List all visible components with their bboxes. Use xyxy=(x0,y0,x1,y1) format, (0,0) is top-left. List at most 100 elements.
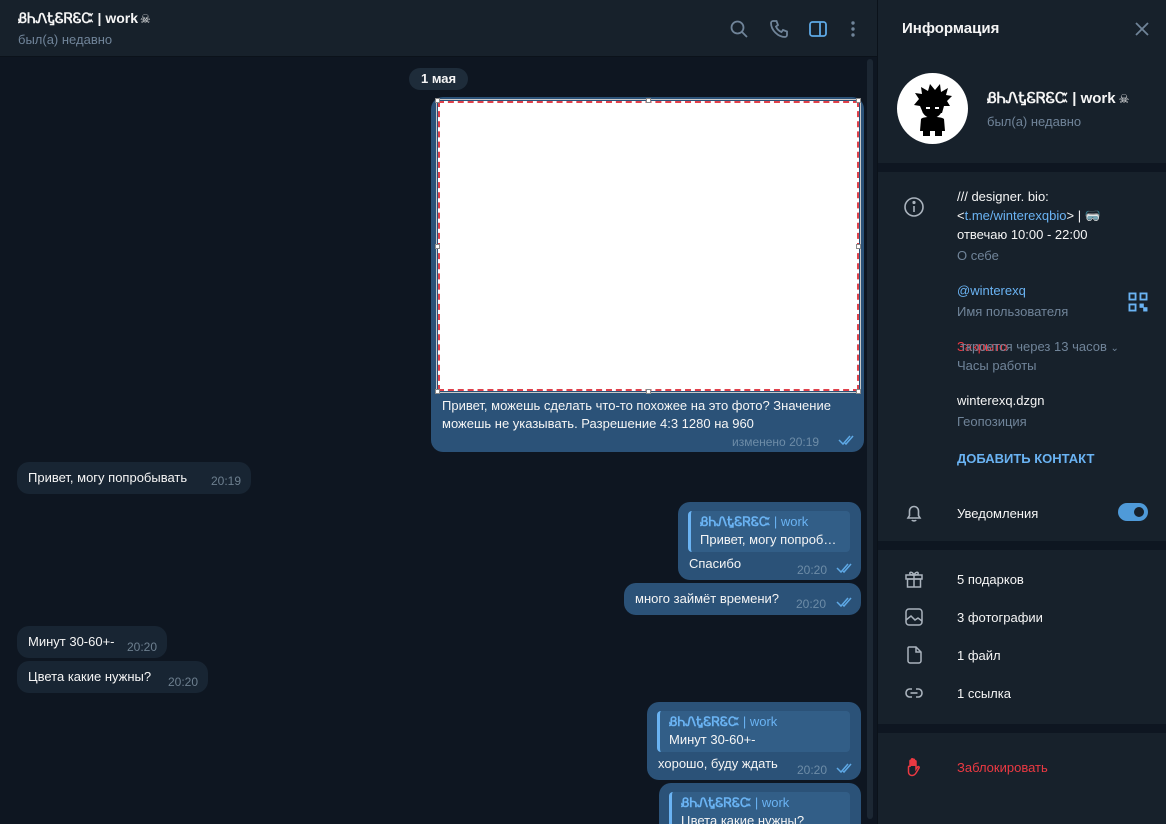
reply-preview[interactable]: ᏰᏂᏁᎿᏋᏒᏋᏨ | work Цвета какие нужны? xyxy=(669,792,850,824)
divider xyxy=(878,724,1166,733)
message-time: изменено 20:19 xyxy=(732,435,820,449)
resize-handle[interactable] xyxy=(435,98,440,103)
chat-header[interactable]: ᏰᏂᏁᎿᏋᏒᏋᏨ | work ☠ был(а) недавно xyxy=(0,0,877,57)
close-icon[interactable] xyxy=(1133,20,1151,38)
chat-title-text: ᏰᏂᏁᎿᏋᏒᏋᏨ | work xyxy=(18,10,139,26)
message-bubble-incoming[interactable]: Цвета какие нужны? 20:20 xyxy=(17,661,208,693)
date-separator: 1 мая xyxy=(409,68,469,90)
work-hours[interactable]: Закрытоткроется через 13 часов ⌄ xyxy=(957,337,1119,358)
location-label: Геопозиция xyxy=(957,414,1027,429)
reply-preview[interactable]: ᏰᏂᏁᎿᏋᏒᏋᏨ | work Привет, могу попроб… xyxy=(688,511,850,552)
resize-handle[interactable] xyxy=(646,98,651,103)
reply-text: Минут 30-60+- xyxy=(669,732,756,747)
message-text: Минут 30-60+- xyxy=(28,634,115,649)
emoji-status-icon: ☠ xyxy=(140,12,151,26)
add-contact-button[interactable]: ДОБАВИТЬ КОНТАКТ xyxy=(957,449,1094,468)
double-check-icon xyxy=(838,435,854,446)
username-label: Имя пользователя xyxy=(957,304,1069,319)
profile-status: был(а) недавно xyxy=(987,114,1082,129)
message-photo[interactable] xyxy=(438,101,859,391)
resize-handle[interactable] xyxy=(856,98,861,103)
file-icon xyxy=(903,644,925,666)
hours-label: Часы работы xyxy=(957,358,1037,373)
info-panel: Информация ᏰᏂᏁᎿᏋᏒᏋᏨ | work ☠ был(а) недав… xyxy=(877,0,1166,824)
message-time: 20:20 xyxy=(168,675,199,689)
resize-handle[interactable] xyxy=(435,389,440,394)
message-bubble-outgoing[interactable]: ᏰᏂᏁᎿᏋᏒᏋᏨ | work Цвета какие нужны? xyxy=(659,783,861,824)
bio-line: <t.me/winterexqbio> | 🥽 xyxy=(957,208,1101,223)
bio-link[interactable]: t.me/winterexqbio xyxy=(965,208,1067,223)
bell-icon xyxy=(903,502,925,524)
photos-label: 3 фотографии xyxy=(957,610,1043,625)
scrollbar-thumb[interactable] xyxy=(867,59,873,819)
resize-handle[interactable] xyxy=(646,389,651,394)
reply-author: ᏰᏂᏁᎿᏋᏒᏋᏨ | work xyxy=(700,514,809,529)
phone-icon[interactable] xyxy=(768,18,790,40)
message-time: 20:20 xyxy=(797,563,828,577)
double-check-icon xyxy=(836,763,852,774)
message-bubble-outgoing[interactable]: много займёт времени? 20:20 xyxy=(624,583,861,615)
message-text-line: Привет, можешь сделать что-то похожее на… xyxy=(442,398,831,413)
links-row[interactable]: 1 ссылка xyxy=(878,674,1166,712)
message-time: 20:20 xyxy=(127,640,158,654)
link-icon xyxy=(903,682,925,704)
hours-detail: ткроется через 13 часов xyxy=(960,339,1107,354)
message-time: 20:20 xyxy=(796,597,827,611)
username[interactable]: @winterexq xyxy=(957,281,1026,300)
message-bubble-outgoing[interactable]: ᏰᏂᏁᎿᏋᏒᏋᏨ | work Привет, могу попроб… Спа… xyxy=(678,502,861,580)
chevron-down-icon[interactable]: ⌄ xyxy=(1110,343,1118,354)
sidebar-toggle-icon[interactable] xyxy=(807,18,829,40)
avatar-drawing xyxy=(914,84,952,136)
telegram-app: ᏰᏂᏁᎿᏋᏒᏋᏨ | work ☠ был(а) недавно 1 мая Пр… xyxy=(0,0,1166,824)
message-bubble-outgoing[interactable]: ᏰᏂᏁᎿᏋᏒᏋᏨ | work Минут 30-60+- хорошо, бу… xyxy=(647,702,861,780)
message-time: 20:20 xyxy=(797,763,828,777)
bio-text[interactable]: /// designer. bio: <t.me/winterexqbio> |… xyxy=(957,187,1101,244)
message-text: хорошо, буду ждать xyxy=(658,756,778,771)
bio-line: /// designer. bio: xyxy=(957,189,1049,204)
emoji-status-icon: ☠ xyxy=(1118,92,1130,106)
chat-status: был(а) недавно xyxy=(18,32,113,47)
resize-handle[interactable] xyxy=(856,389,861,394)
message-text: много займёт времени? xyxy=(635,591,780,606)
resize-handle[interactable] xyxy=(435,244,440,249)
reply-author: ᏰᏂᏁᎿᏋᏒᏋᏨ | work xyxy=(669,714,778,729)
qr-code-icon[interactable] xyxy=(1127,291,1148,312)
message-bubble-incoming[interactable]: Минут 30-60+- 20:20 xyxy=(17,626,167,658)
more-icon[interactable] xyxy=(842,18,864,40)
chat-scrollbar[interactable] xyxy=(867,57,873,824)
gift-icon xyxy=(903,568,925,590)
message-list[interactable]: 1 мая Привет, можешь сделать что-то похо… xyxy=(0,57,877,824)
message-bubble-incoming[interactable]: Привет, могу попробывать 20:19 xyxy=(17,462,251,494)
double-check-icon xyxy=(836,597,852,608)
gifts-label: 5 подарков xyxy=(957,572,1024,587)
photos-row[interactable]: 3 фотографии xyxy=(878,598,1166,636)
divider xyxy=(878,541,1166,550)
message-text: Спасибо xyxy=(689,556,742,571)
message-text: Цвета какие нужны? xyxy=(28,669,152,684)
reply-preview[interactable]: ᏰᏂᏁᎿᏋᏒᏋᏨ | work Минут 30-60+- xyxy=(657,711,850,752)
reply-text: Цвета какие нужны? xyxy=(681,813,805,824)
search-icon[interactable] xyxy=(728,18,750,40)
double-check-icon xyxy=(836,563,852,574)
resize-handle[interactable] xyxy=(856,244,861,249)
profile-name: ᏰᏂᏁᎿᏋᏒᏋᏨ | work ☠ xyxy=(987,90,1130,107)
hand-stop-icon xyxy=(903,756,925,778)
block-button[interactable]: Заблокировать xyxy=(878,748,1166,786)
block-label: Заблокировать xyxy=(957,760,1048,775)
files-row[interactable]: 1 файл xyxy=(878,636,1166,674)
toggle-knob xyxy=(1132,505,1146,519)
notifications-label: Уведомления xyxy=(957,506,1039,521)
divider xyxy=(878,163,1166,172)
info-panel-title: Информация xyxy=(902,20,1000,37)
message-text: Привет, могу попробывать xyxy=(28,470,188,485)
location[interactable]: winterexq.dzgn xyxy=(957,391,1044,410)
reply-author: ᏰᏂᏁᎿᏋᏒᏋᏨ | work xyxy=(681,795,790,810)
message-text-line: можешь не указывать. Разрешение 4:3 1280… xyxy=(442,416,754,431)
gifts-row[interactable]: 5 подарков xyxy=(878,560,1166,598)
message-text: Привет, можешь сделать что-то похожее на… xyxy=(442,397,831,433)
chat-title[interactable]: ᏰᏂᏁᎿᏋᏒᏋᏨ | work ☠ xyxy=(18,10,151,27)
avatar[interactable] xyxy=(897,73,968,144)
files-label: 1 файл xyxy=(957,648,1001,663)
reply-text: Привет, могу попроб… xyxy=(700,532,837,547)
notifications-toggle[interactable] xyxy=(1118,503,1148,521)
